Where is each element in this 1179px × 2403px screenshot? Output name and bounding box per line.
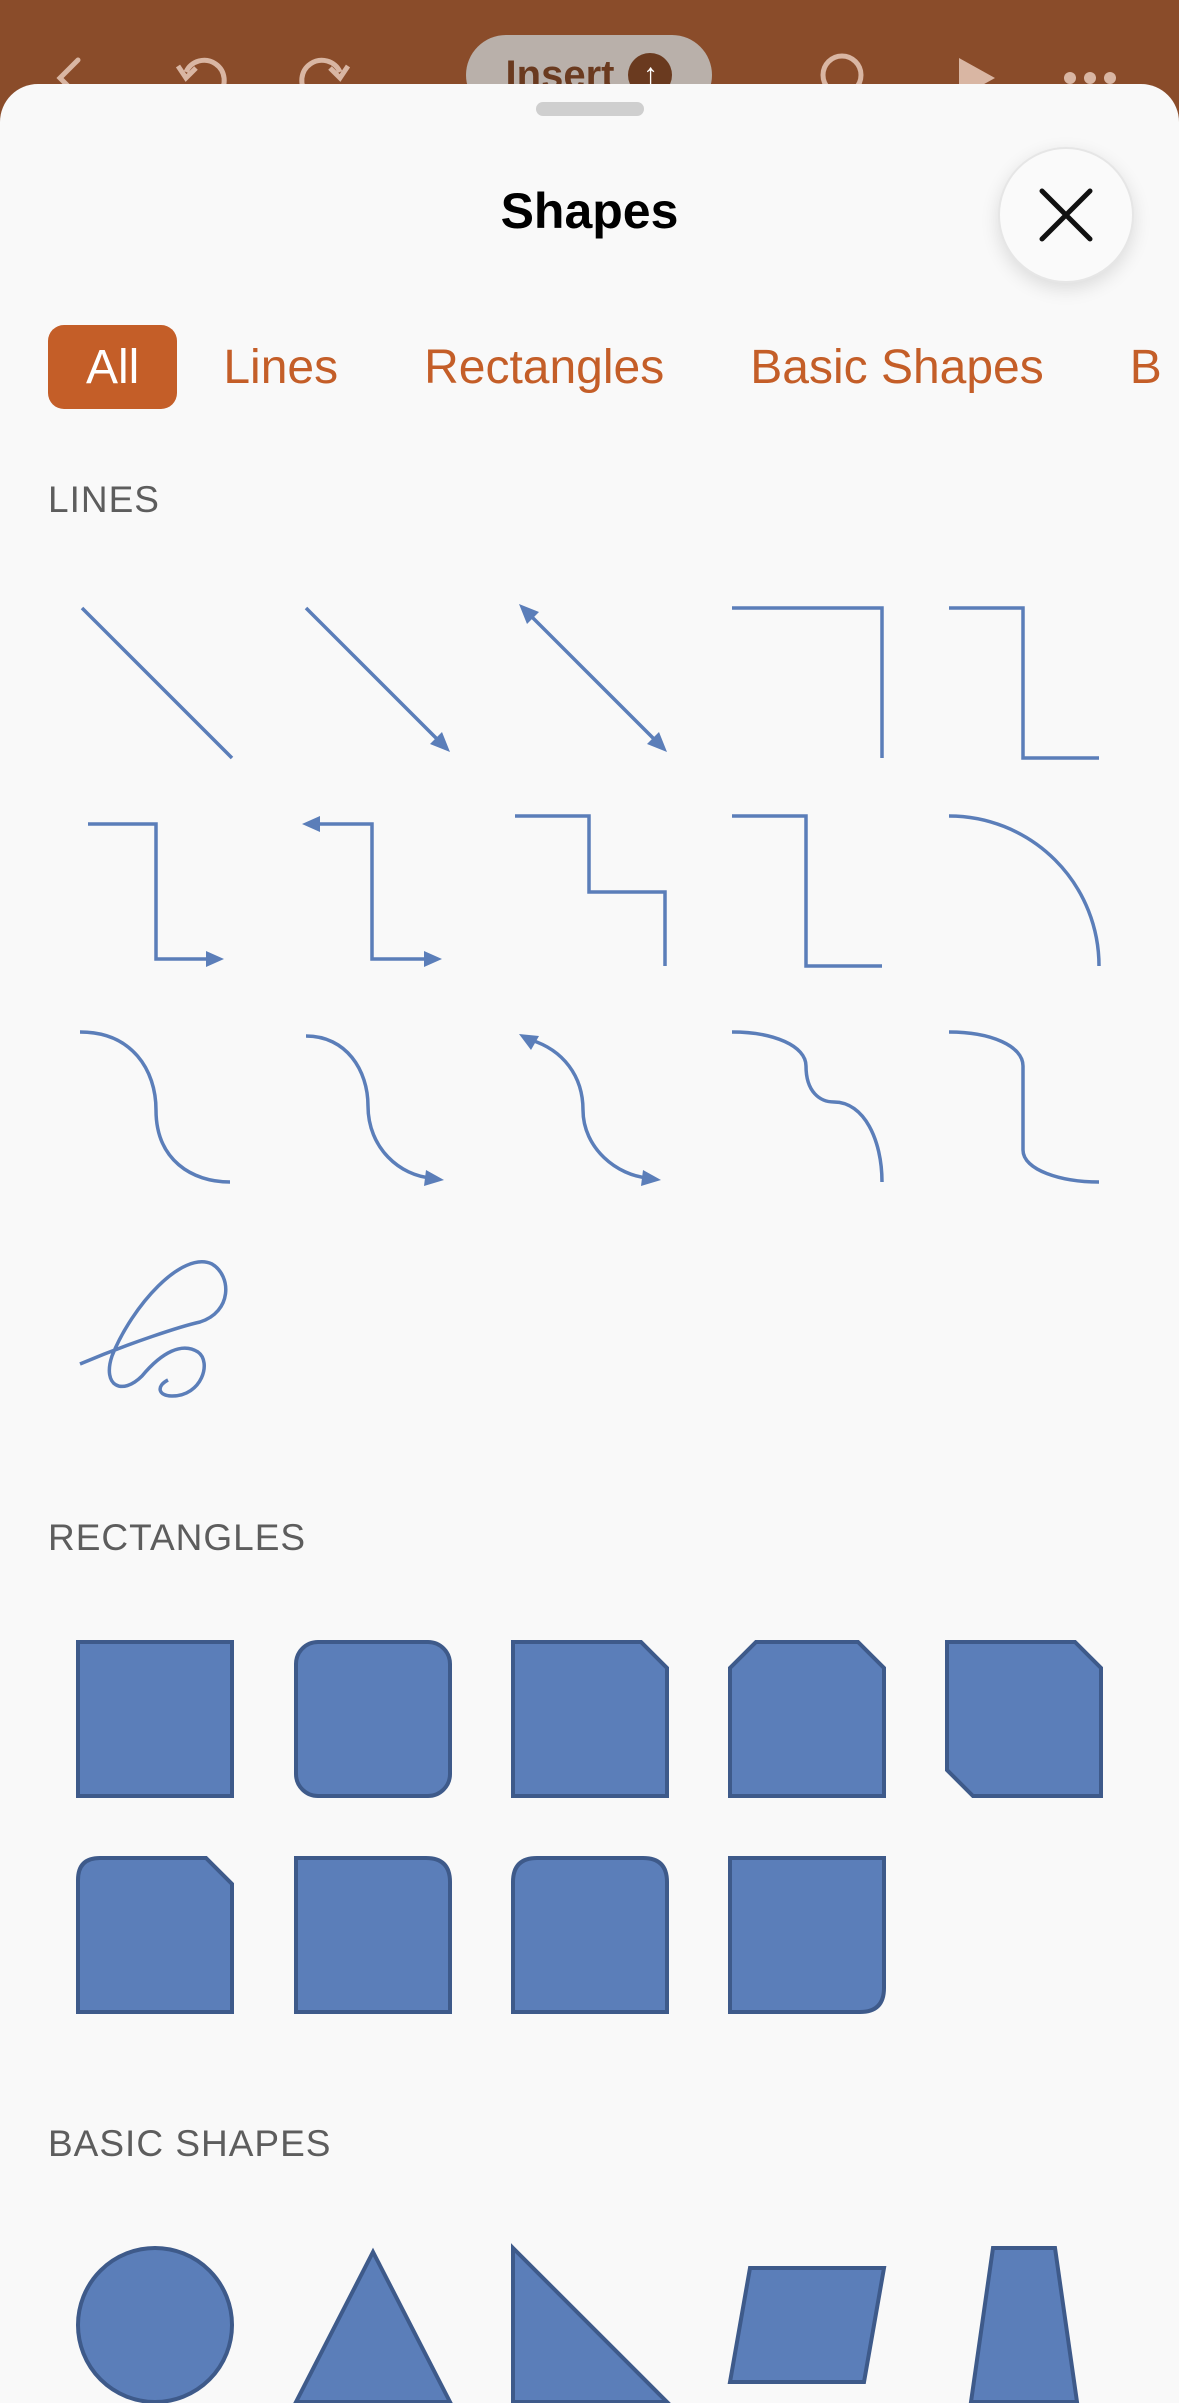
shape-snip-and-round-rectangle[interactable] [72, 1852, 242, 2022]
tab-basic-shapes[interactable]: Basic Shapes [750, 340, 1044, 395]
shape-round-same-side-corner-rectangle[interactable] [507, 1852, 677, 2022]
tab-all[interactable]: All [48, 325, 178, 409]
shape-line-arrow[interactable] [290, 598, 460, 768]
shapes-sheet: Shapes All Lines Rectangles Basic Shapes… [0, 84, 1179, 2403]
tab-lines[interactable]: Lines [223, 340, 338, 395]
shape-round-diagonal-corner-rectangle[interactable] [724, 1852, 894, 2022]
shape-right-triangle[interactable] [507, 2242, 677, 2403]
section-label-basic-shapes: BASIC SHAPES [48, 2123, 332, 2164]
shape-line-double-arrow[interactable] [507, 598, 677, 768]
section-label-lines: LINES [48, 479, 160, 520]
shape-arc[interactable] [941, 814, 1111, 984]
shape-elbow-arrow[interactable] [72, 814, 242, 984]
shape-rectangle[interactable] [72, 1636, 242, 1806]
shape-isosceles-triangle[interactable] [290, 2242, 460, 2403]
shape-scribble[interactable] [72, 1246, 242, 1416]
shape-line[interactable] [72, 598, 242, 768]
shape-trapezoid[interactable] [941, 2242, 1111, 2403]
tab-next-category[interactable]: B [1130, 340, 1162, 395]
shape-curved-connector[interactable] [72, 1030, 242, 1200]
shape-rounded-elbow[interactable] [941, 1030, 1111, 1200]
shape-oval[interactable] [72, 2242, 242, 2403]
shape-curved-double-arrow[interactable] [507, 1030, 677, 1200]
shape-s-curve[interactable] [724, 1030, 894, 1200]
shape-snip-diagonal-corner-rectangle[interactable] [941, 1636, 1111, 1806]
shape-elbow-connector[interactable] [724, 598, 894, 768]
shape-rounded-rectangle[interactable] [290, 1636, 460, 1806]
shape-round-single-corner-rectangle[interactable] [290, 1852, 460, 2022]
shape-snip-single-corner-rectangle[interactable] [507, 1636, 677, 1806]
shape-elbow-connector-2[interactable] [941, 598, 1111, 768]
sheet-grabber[interactable] [536, 102, 644, 116]
category-tabs: All Lines Rectangles Basic Shapes B [48, 325, 1179, 409]
shape-snip-same-side-corner-rectangle[interactable] [724, 1636, 894, 1806]
shape-elbow-double-arrow[interactable] [290, 814, 460, 984]
shape-curved-arrow[interactable] [290, 1030, 460, 1200]
close-icon [1039, 188, 1093, 242]
close-button[interactable] [998, 147, 1134, 283]
shape-elbow-connector-3[interactable] [724, 814, 894, 984]
tab-rectangles[interactable]: Rectangles [424, 340, 664, 395]
shape-step-connector[interactable] [507, 814, 677, 984]
section-label-rectangles: RECTANGLES [48, 1517, 307, 1558]
shape-parallelogram[interactable] [724, 2242, 894, 2403]
